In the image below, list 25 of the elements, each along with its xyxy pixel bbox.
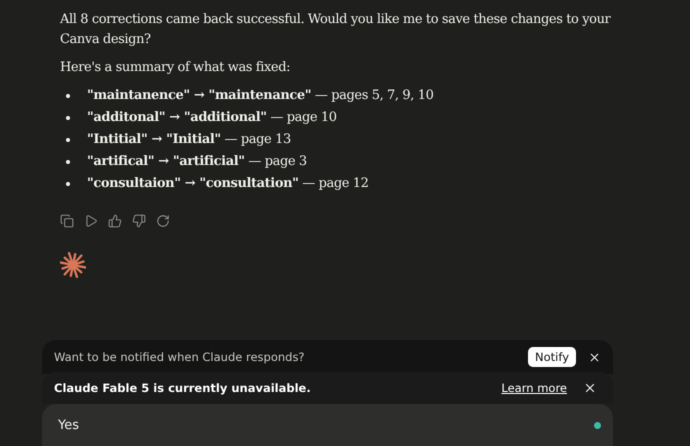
message-input[interactable]: Yes bbox=[56, 416, 594, 434]
thumbs-down-button[interactable] bbox=[130, 212, 148, 230]
list-item: "artifical" → "artificial" — page 3 bbox=[87, 153, 307, 171]
message-paragraph: All 8 corrections came back successful. Would you like me to save these changes to your Canva design? bbox=[60, 11, 612, 49]
message-paragraph: Here's a summary of what was fixed: bbox=[60, 59, 292, 77]
list-item: "consultaion" → "consultation" — page 12 bbox=[87, 175, 369, 193]
banner-text: Claude Fable 5 is currently unavailable. bbox=[54, 381, 312, 395]
close-button[interactable] bbox=[588, 350, 601, 364]
message-field[interactable]: Yes bbox=[42, 404, 613, 446]
copy-button[interactable] bbox=[58, 212, 76, 230]
bullet-icon bbox=[66, 160, 70, 164]
list-item: "additonal" → "additional" — page 10 bbox=[87, 109, 337, 127]
notify-button[interactable]: Notify bbox=[528, 347, 576, 367]
thumbs-up-button[interactable] bbox=[106, 212, 124, 230]
close-button[interactable] bbox=[583, 381, 597, 395]
spark-icon bbox=[60, 252, 86, 278]
bullet-icon bbox=[66, 138, 70, 142]
bullet-icon bbox=[66, 94, 70, 98]
bullet-icon bbox=[66, 116, 70, 120]
list-item: "maintanence" → "maintenance" — pages 5, 7, 9, 10 bbox=[87, 87, 434, 105]
list-item: "Intitial" → "Initial" — page 13 bbox=[87, 131, 291, 149]
notification-text: Want to be notified when Claude responds? bbox=[54, 350, 306, 364]
learn-more-link[interactable]: Learn more bbox=[501, 381, 567, 395]
status-dot bbox=[594, 422, 601, 428]
bullet-icon bbox=[66, 182, 70, 186]
